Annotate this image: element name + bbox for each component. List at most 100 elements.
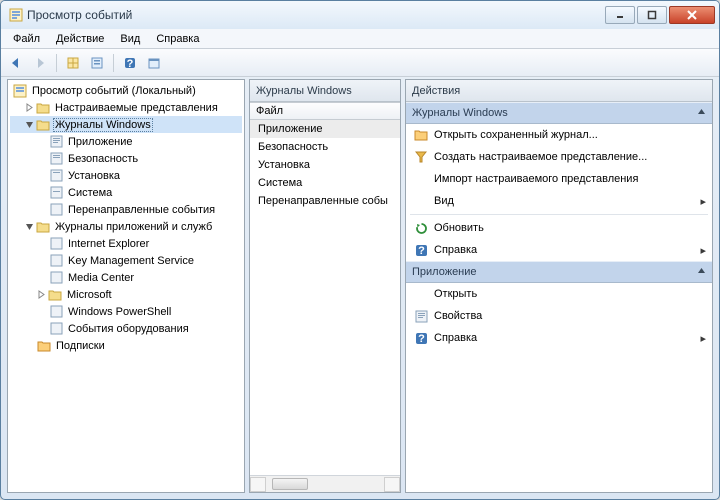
action-open-saved-log[interactable]: Открыть сохраненный журнал... [406,124,712,146]
action-label: Свойства [434,310,482,322]
action-import-custom-view[interactable]: Импорт настраиваемого представления [406,168,712,190]
actions-body: Журналы Windows Открыть сохраненный журн… [406,102,712,492]
log-icon [48,151,64,167]
actions-panel: Действия Журналы Windows Открыть сохране… [405,79,713,493]
tree-label: Настраиваемые представления [53,102,220,114]
help-icon: ? [412,330,430,346]
tree-label: Журналы Windows [53,118,153,132]
scroll-right-button[interactable] [384,477,400,492]
log-icon [48,134,64,150]
toolbar-forward-button[interactable] [29,52,51,74]
expand-icon[interactable] [36,289,47,300]
list-item-label: Установка [258,159,310,171]
tree-log-media-center[interactable]: Media Center [10,269,242,286]
tree-label: Просмотр событий (Локальный) [30,85,198,97]
collapse-icon[interactable] [24,119,35,130]
window: Просмотр событий Файл Действие Вид Справ… [0,0,720,500]
tree-log-setup[interactable]: Установка [10,167,242,184]
open-folder-icon [412,127,430,143]
actions-section-windows-logs[interactable]: Журналы Windows [406,102,712,124]
action-create-custom-view[interactable]: Создать настраиваемое представление... [406,146,712,168]
action-label: Справка [434,244,477,256]
submenu-arrow-icon: ▸ [700,244,706,257]
tree-label: Key Management Service [66,255,196,267]
action-help[interactable]: ? Справка ▸ [406,239,712,261]
action-refresh[interactable]: Обновить [406,217,712,239]
app-icon [9,8,23,22]
tree-log-application[interactable]: Приложение [10,133,242,150]
tree-windows-logs[interactable]: Журналы Windows [10,116,242,133]
tree-log-powershell[interactable]: Windows PowerShell [10,303,242,320]
toolbar-refresh-button[interactable] [143,52,165,74]
minimize-button[interactable] [605,6,635,24]
close-button[interactable] [669,6,715,24]
window-title: Просмотр событий [27,8,603,22]
blank-icon [412,171,430,187]
tree-custom-views[interactable]: Настраиваемые представления [10,99,242,116]
maximize-button[interactable] [637,6,667,24]
scroll-left-button[interactable] [250,477,266,492]
tree-microsoft-folder[interactable]: Microsoft [10,286,242,303]
log-icon [48,321,64,337]
action-view-submenu[interactable]: Вид▸ [406,190,712,212]
list-item-setup[interactable]: Установка [250,156,400,174]
content-area: Просмотр событий (Локальный) Настраиваем… [7,79,713,493]
list-item-forwarded[interactable]: Перенаправленные собы [250,192,400,210]
menu-help[interactable]: Справка [148,31,207,47]
list-item-system[interactable]: Система [250,174,400,192]
folder-icon [47,287,63,303]
section-label: Журналы Windows [412,107,508,119]
toolbar: ? [1,49,719,77]
toolbar-help-button[interactable]: ? [119,52,141,74]
column-label: Файл [256,105,283,117]
folder-icon [35,219,51,235]
toolbar-explore-button[interactable] [62,52,84,74]
toolbar-separator [113,54,114,72]
collapse-icon [697,266,706,278]
action-help-2[interactable]: ? Справка ▸ [406,327,712,349]
tree-log-ie[interactable]: Internet Explorer [10,235,242,252]
tree[interactable]: Просмотр событий (Локальный) Настраиваем… [8,80,244,492]
blank-icon [412,286,430,302]
tree-log-system[interactable]: Система [10,184,242,201]
action-label: Обновить [434,222,484,234]
collapse-icon[interactable] [24,221,35,232]
tree-subscriptions[interactable]: Подписки [10,337,242,354]
action-label: Вид [434,195,454,207]
menu-action[interactable]: Действие [48,31,112,47]
tree-log-hardware[interactable]: События оборудования [10,320,242,337]
toolbar-back-button[interactable] [5,52,27,74]
list-item-application[interactable]: Приложение [250,120,400,138]
tree-root[interactable]: Просмотр событий (Локальный) [10,82,242,99]
expand-icon[interactable] [24,102,35,113]
action-label: Справка [434,332,477,344]
horizontal-scrollbar[interactable] [250,475,400,492]
menu-view[interactable]: Вид [112,31,148,47]
svg-text:?: ? [418,245,425,257]
tree-label: Подписки [54,340,107,352]
list-item-label: Безопасность [258,141,328,153]
tree-label: Microsoft [65,289,114,301]
menu-file[interactable]: Файл [5,31,48,47]
blank-icon [412,193,430,209]
action-label: Открыть сохраненный журнал... [434,129,598,141]
tree-log-forwarded[interactable]: Перенаправленные события [10,201,242,218]
actions-section-application[interactable]: Приложение [406,261,712,283]
tree-log-security[interactable]: Безопасность [10,150,242,167]
tree-label: Приложение [66,136,135,148]
tree-log-kms[interactable]: Key Management Service [10,252,242,269]
toolbar-properties-button[interactable] [86,52,108,74]
action-label: Создать настраиваемое представление... [434,151,647,163]
scroll-thumb[interactable] [272,478,308,490]
action-open[interactable]: Открыть [406,283,712,305]
tree-label: Media Center [66,272,136,284]
submenu-arrow-icon: ▸ [700,332,706,345]
action-properties[interactable]: Свойства [406,305,712,327]
collapse-icon [697,107,706,119]
list-column-header[interactable]: Файл [250,102,400,120]
menu-bar: Файл Действие Вид Справка [1,29,719,49]
tree-app-services-logs[interactable]: Журналы приложений и служб [10,218,242,235]
list-item-security[interactable]: Безопасность [250,138,400,156]
help-icon: ? [412,242,430,258]
tree-label: Журналы приложений и служб [53,221,214,233]
